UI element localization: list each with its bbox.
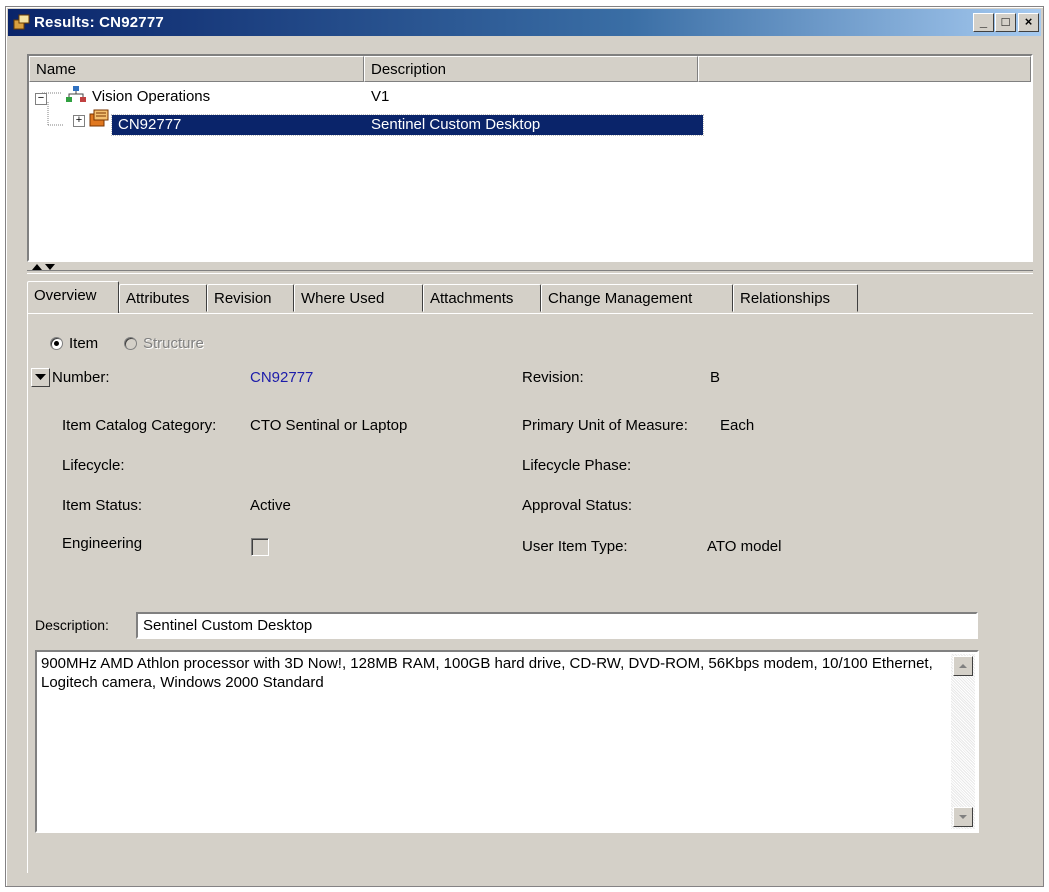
tab-attributes[interactable]: Attributes (119, 284, 207, 312)
lifecycle-phase-label: Lifecycle Phase: (522, 457, 632, 474)
item-radio-label[interactable]: Item (69, 335, 98, 352)
vertical-scrollbar[interactable] (951, 654, 975, 829)
tab-where-used[interactable]: Where Used (294, 284, 423, 312)
tree-row-cn92777-description: Sentinel Custom Desktop (371, 116, 541, 133)
item-catalog-category-value: CTO Sentinal or Laptop (250, 417, 408, 434)
item-model-icon (89, 109, 109, 127)
item-catalog-category-label: Item Catalog Category: (62, 417, 217, 434)
column-header-name[interactable]: Name (29, 56, 364, 82)
panel-splitter[interactable] (27, 262, 1033, 274)
tab-relationships[interactable]: Relationships (733, 284, 858, 312)
item-status-label: Item Status: (62, 497, 143, 514)
number-label: Number: (52, 369, 110, 386)
item-status-value: Active (250, 497, 291, 514)
long-description-textarea[interactable]: 900MHz AMD Athlon processor with 3D Now!… (35, 650, 979, 833)
scroll-down-arrow-icon (959, 815, 967, 819)
tab-overview[interactable]: Overview (27, 281, 119, 313)
long-description-text: 900MHz AMD Athlon processor with 3D Now!… (41, 655, 933, 691)
approval-status-label: Approval Status: (522, 497, 633, 514)
number-value-link[interactable]: CN92777 (250, 369, 313, 386)
primary-uom-label: Primary Unit of Measure: (522, 417, 688, 434)
description-label: Description: (35, 617, 109, 633)
scroll-up-arrow-icon (959, 664, 967, 668)
title-bar[interactable]: Results: CN92777 _ □ × (8, 9, 1041, 36)
revision-label: Revision: (522, 369, 584, 386)
user-item-type-label: User Item Type: (522, 538, 628, 555)
primary-uom-value: Each (720, 417, 755, 434)
results-tree[interactable]: Name Description (27, 54, 1033, 262)
description-field[interactable]: Sentinel Custom Desktop (136, 612, 978, 639)
triangle-down-icon (35, 374, 46, 380)
window-title: Results: CN92777 (34, 14, 164, 31)
close-button[interactable]: × (1018, 13, 1039, 32)
lifecycle-label: Lifecycle: (62, 457, 125, 474)
tree-row-vision-operations-description: V1 (371, 88, 390, 105)
user-item-type-value: ATO model (707, 538, 782, 555)
number-dropdown-button[interactable] (31, 368, 50, 387)
maximize-button[interactable]: □ (995, 13, 1016, 32)
scroll-up-button[interactable] (953, 656, 973, 676)
tree-row-cn92777-label[interactable]: CN92777 (118, 116, 181, 136)
scroll-down-button[interactable] (953, 807, 973, 827)
engineering-checkbox[interactable] (251, 538, 269, 556)
tab-revision[interactable]: Revision (207, 284, 294, 312)
tab-change-management[interactable]: Change Management (541, 284, 733, 312)
window-app-icon (13, 14, 30, 30)
expand-cn92777-toggle[interactable]: + (73, 115, 85, 127)
engineering-label: Engineering (62, 535, 143, 552)
structure-radio-label: Structure (143, 335, 204, 352)
structure-radio (124, 337, 137, 350)
tree-row-vision-operations-label[interactable]: Vision Operations (92, 88, 210, 108)
item-radio[interactable] (50, 337, 63, 350)
collapse-vision-operations-toggle[interactable]: − (35, 93, 47, 105)
revision-value: B (710, 369, 721, 386)
organization-icon (66, 86, 86, 102)
tab-attachments[interactable]: Attachments (423, 284, 541, 312)
minimize-button[interactable]: _ (973, 13, 994, 32)
column-header-description[interactable]: Description (364, 56, 698, 82)
column-header-blank[interactable] (698, 56, 1031, 82)
